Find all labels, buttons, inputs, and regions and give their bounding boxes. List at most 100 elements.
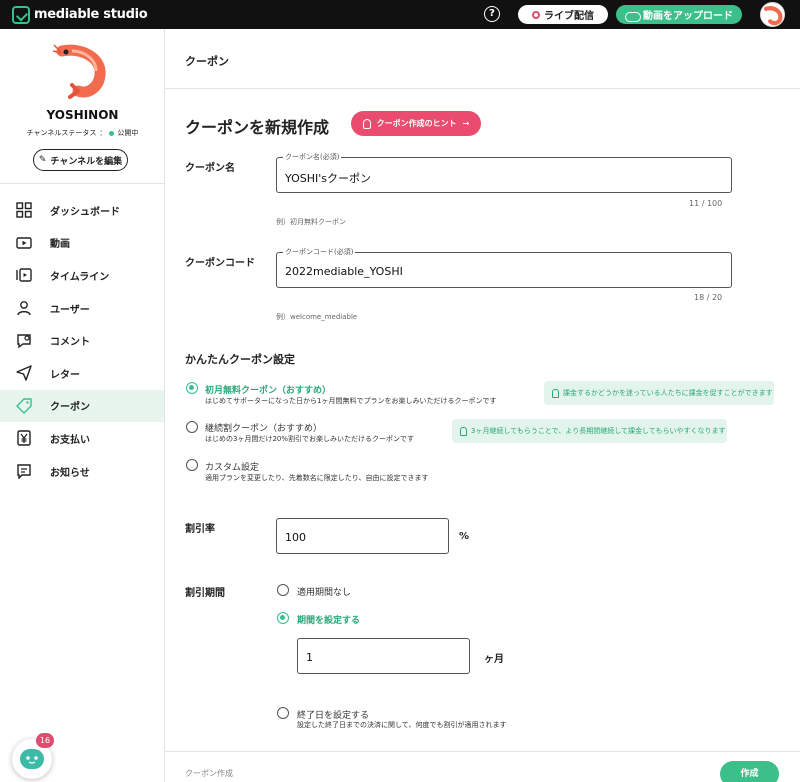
status-dot-icon <box>109 130 115 136</box>
sidebar-item-label: コメント <box>50 337 90 349</box>
coupon-name-counter: 11 / 100 <box>689 199 723 208</box>
coupon-hint-button[interactable]: クーポン作成のヒント → <box>351 111 481 136</box>
coupon-name-legend: クーポン名(必須) <box>283 152 342 162</box>
first-month-free-tip: 課金するかどうかを迷っている人たちに課金を促すことができます <box>544 381 774 405</box>
coupon-name-value: YOSHI'sクーポン <box>285 172 372 185</box>
sidebar-item-label: タイムライン <box>50 271 110 283</box>
period-months-unit: ヶ月 <box>484 654 504 665</box>
channel-status-separator: ： <box>99 129 107 137</box>
sidebar-item-comment[interactable]: コメント <box>0 324 164 357</box>
sidebar-item-label: お知らせ <box>50 467 90 479</box>
period-months-value: 1 <box>306 651 313 664</box>
sidebar-item-dashboard[interactable]: ダッシュボード <box>0 194 164 227</box>
coupon-code-example: 例）welcome_mediable <box>276 313 358 321</box>
coupon-name-example: 例）初月無料クーポン <box>276 218 346 226</box>
first-month-free-tip-text: 課金するかどうかを迷っている人たちに課金を促すことができます <box>563 389 773 397</box>
letter-icon <box>16 365 32 381</box>
video-icon <box>16 235 32 251</box>
sidebar-item-label: レター <box>50 369 80 381</box>
sidebar-divider <box>0 183 164 184</box>
sidebar-item-coupon[interactable]: クーポン <box>0 389 164 423</box>
coupon-name-label: クーポン名 <box>185 163 235 174</box>
continuous-discount-tip: 3ヶ月継続してもらうことで、より長期間継続して課金してもらいやすくなります <box>452 419 727 443</box>
discount-period-label: 割引期間 <box>185 588 225 599</box>
edit-channel-label: チャンネルを編集 <box>50 156 123 167</box>
live-icon <box>532 10 540 19</box>
sidebar-item-label: お支払い <box>50 434 90 446</box>
sidebar-item-timeline[interactable]: タイムライン <box>0 259 164 292</box>
coupon-icon <box>16 398 32 414</box>
sidebar-item-payment[interactable]: お支払い <box>0 422 164 455</box>
channel-status-label: チャンネルステータス <box>26 129 97 137</box>
first-month-free-radio[interactable] <box>186 382 198 394</box>
pencil-icon: ✎ <box>38 155 47 165</box>
live-stream-label: ライブ配信 <box>544 11 594 22</box>
footer-bar: クーポン作成 作成 <box>165 751 800 782</box>
coupon-code-input[interactable]: クーポンコード(必須) 2022mediable_YOSHI <box>276 247 732 288</box>
set-period-radio[interactable] <box>277 612 289 624</box>
sidebar: YOSHINON チャンネルステータス ： 公開中 ✎ チャンネルを編集 ダッシ… <box>0 29 165 782</box>
sidebar-item-notice[interactable]: お知らせ <box>0 455 164 488</box>
coupon-code-legend: クーポンコード(必須) <box>283 247 356 257</box>
dashboard-icon <box>16 202 32 218</box>
tip-lightbulb-icon <box>552 388 559 398</box>
custom-setting-title: カスタム設定 <box>205 463 260 473</box>
no-period-radio[interactable] <box>277 584 289 596</box>
coupon-hint-label: クーポン作成のヒント <box>376 119 457 128</box>
page-title: クーポン <box>185 55 229 68</box>
channel-name: YOSHINON <box>46 108 119 122</box>
channel-avatar-shrimp-icon <box>52 44 106 99</box>
brand-logo[interactable]: mediable studio <box>12 5 148 24</box>
lightbulb-icon <box>362 118 371 129</box>
first-month-free-desc: はじめてサポーターになった日から1ヶ月間無料でプランをお楽しみいただけるクーポン… <box>205 397 497 405</box>
comment-icon <box>16 333 32 349</box>
coupon-code-counter: 18 / 20 <box>694 293 723 302</box>
sidebar-item-label: ユーザー <box>50 304 90 316</box>
continuous-discount-radio[interactable] <box>186 421 198 433</box>
custom-setting-desc: 適用プランを変更したり、先着数名に限定したり、自由に設定できます <box>205 474 429 482</box>
timeline-icon <box>16 267 32 283</box>
payment-icon <box>16 430 32 447</box>
footer-label: クーポン作成 <box>185 769 233 778</box>
continuous-discount-title: 継続割クーポン（おすすめ） <box>205 424 323 434</box>
channel-status-value: 公開中 <box>117 129 139 137</box>
channel-status: チャンネルステータス ： 公開中 <box>0 128 165 138</box>
brand-name: mediable studio <box>34 7 148 22</box>
section-title: クーポンを新規作成 <box>185 118 330 137</box>
sidebar-item-label: 動画 <box>50 239 70 251</box>
sidebar-nav: ダッシュボード 動画 タイムライン ユーザー コメント レター クーポン お支払… <box>0 194 164 487</box>
discount-rate-unit: % <box>459 531 470 542</box>
continuous-discount-desc: はじめの3ヶ月間だけ20%割引でお楽しみいただけるクーポンです <box>205 435 415 443</box>
coupon-code-value: 2022mediable_YOSHI <box>285 265 403 278</box>
upload-video-button[interactable]: 動画をアップロード <box>616 5 742 24</box>
set-period-label: 期間を設定する <box>297 616 361 626</box>
live-stream-button[interactable]: ライブ配信 <box>518 5 608 24</box>
coupon-code-label: クーポンコード <box>185 258 255 269</box>
period-months-input[interactable]: 1 <box>297 638 470 674</box>
notice-icon <box>16 463 32 480</box>
sidebar-item-label: ダッシュボード <box>50 206 120 218</box>
set-end-date-desc: 設定した終了日までの決済に関して、何度でも割引が適用されます <box>297 721 507 729</box>
first-month-free-title: 初月無料クーポン（おすすめ） <box>205 386 332 396</box>
create-button[interactable]: 作成 <box>720 761 779 782</box>
sidebar-item-video[interactable]: 動画 <box>0 227 164 260</box>
cloud-upload-icon <box>625 10 641 22</box>
sidebar-item-letter[interactable]: レター <box>0 357 164 390</box>
edit-channel-button[interactable]: ✎ チャンネルを編集 <box>33 149 128 171</box>
continuous-discount-tip-text: 3ヶ月継続してもらうことで、より長期間継続して課金してもらいやすくなります <box>471 427 726 435</box>
top-bar: mediable studio ? ライブ配信 動画をアップロード <box>0 0 800 29</box>
help-icon[interactable]: ? <box>484 6 500 22</box>
upload-video-label: 動画をアップロード <box>643 11 733 22</box>
user-icon <box>16 300 32 316</box>
set-end-date-radio[interactable] <box>277 707 289 719</box>
no-period-label: 適用期間なし <box>297 588 352 598</box>
main-content: クーポン クーポンを新規作成 クーポン作成のヒント → クーポン名 クーポン名(… <box>165 29 800 782</box>
custom-setting-radio[interactable] <box>186 459 198 471</box>
sidebar-item-user[interactable]: ユーザー <box>0 292 164 325</box>
coupon-name-input[interactable]: クーポン名(必須) YOSHI'sクーポン <box>276 152 732 193</box>
discount-rate-input[interactable]: 100 <box>276 518 449 554</box>
logo-icon <box>12 5 30 24</box>
user-avatar[interactable] <box>760 2 785 27</box>
discount-rate-label: 割引率 <box>185 524 215 535</box>
page-header: クーポン <box>165 29 800 89</box>
